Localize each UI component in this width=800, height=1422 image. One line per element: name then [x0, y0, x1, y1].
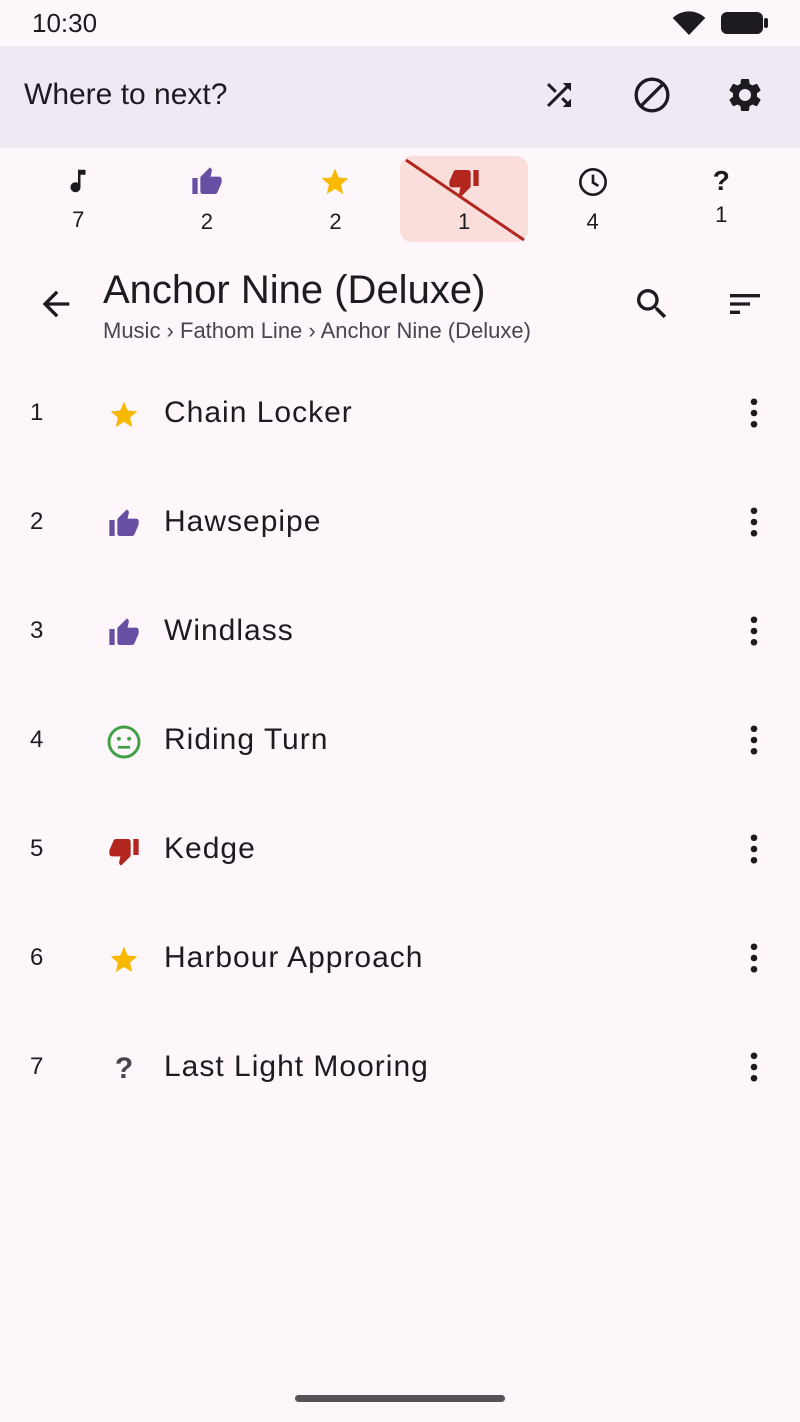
shuffle-button[interactable] [535, 73, 583, 121]
more-options-button[interactable] [730, 391, 778, 439]
more-options-button[interactable] [730, 609, 778, 657]
settings-icon [725, 75, 765, 120]
more-options-button[interactable] [730, 718, 778, 766]
album-title: Anchor Nine (Deluxe) [103, 268, 486, 312]
question-icon: ? [712, 165, 730, 196]
filter-recent[interactable]: 4 [528, 156, 657, 242]
shuffle-icon [541, 77, 577, 118]
filter-unrated[interactable]: ? 1 [657, 156, 786, 242]
more-vert-icon [736, 395, 772, 436]
thumb-up-icon [106, 615, 142, 651]
clock-icon [577, 166, 609, 203]
track-number: 1 [30, 399, 44, 426]
more-vert-icon [736, 504, 772, 545]
track-number: 5 [30, 835, 44, 862]
thumb-down-icon [106, 833, 142, 869]
filter-count: 1 [715, 202, 728, 227]
back-button[interactable] [32, 282, 80, 330]
excluded-slash-icon [404, 158, 525, 242]
track-row[interactable]: 1 Chain Locker [0, 360, 800, 469]
filter-count: 2 [200, 209, 214, 234]
filter-favorites[interactable]: 2 [271, 156, 400, 242]
status-time: 10:30 [32, 8, 98, 38]
block-icon [632, 75, 672, 120]
star-icon [319, 166, 351, 203]
music-note-icon [63, 166, 93, 201]
search-button[interactable] [628, 282, 676, 330]
track-number: 6 [30, 944, 44, 971]
status-icons [672, 10, 770, 41]
battery-icon [720, 10, 770, 41]
more-vert-icon [736, 831, 772, 872]
track-number: 3 [30, 617, 44, 644]
more-vert-icon [736, 940, 772, 981]
track-list: 1 Chain Locker 2 Hawsepipe 3 Windlass 4 … [0, 360, 800, 1123]
more-vert-icon [736, 722, 772, 763]
top-app-bar: Where to next? [0, 46, 800, 148]
filter-all-songs[interactable]: 7 [14, 156, 143, 242]
search-icon [632, 284, 672, 329]
more-options-button[interactable] [730, 827, 778, 875]
track-number: 4 [30, 726, 44, 753]
settings-button[interactable] [721, 73, 769, 121]
track-title: Harbour Approach [164, 941, 424, 974]
sort-button[interactable] [721, 282, 769, 330]
wifi-icon [672, 10, 706, 41]
more-options-button[interactable] [730, 1045, 778, 1093]
rating-filter-row: 7 2 2 1 4 ? 1 [14, 156, 786, 242]
block-button[interactable] [628, 73, 676, 121]
track-title: Hawsepipe [164, 505, 322, 538]
top-bar-title: Where to next? [24, 78, 228, 111]
track-row[interactable]: 6 Harbour Approach [0, 905, 800, 1014]
breadcrumb: Music › Fathom Line › Anchor Nine (Delux… [103, 318, 531, 343]
home-indicator[interactable] [295, 1395, 505, 1402]
sort-icon [725, 284, 765, 329]
more-vert-icon [736, 613, 772, 654]
track-row[interactable]: 7 ? Last Light Mooring [0, 1014, 800, 1123]
track-title: Riding Turn [164, 723, 329, 756]
filter-disliked-excluded[interactable]: 1 [399, 156, 529, 242]
track-title: Windlass [164, 614, 294, 647]
question-icon: ? [114, 1052, 134, 1085]
track-title: Last Light Mooring [164, 1050, 429, 1083]
arrow-back-icon [36, 284, 76, 329]
track-title: Kedge [164, 832, 256, 865]
track-number: 7 [30, 1053, 44, 1080]
track-row[interactable]: 4 Riding Turn [0, 687, 800, 796]
neutral-face-icon [106, 724, 142, 760]
filter-liked[interactable]: 2 [143, 156, 272, 242]
track-row[interactable]: 5 Kedge [0, 796, 800, 905]
thumb-up-icon [106, 506, 142, 542]
more-options-button[interactable] [730, 936, 778, 984]
thumb-up-icon [189, 166, 225, 203]
filter-count: 2 [329, 209, 342, 234]
filter-count: 4 [586, 209, 599, 234]
star-icon [106, 397, 142, 433]
more-options-button[interactable] [730, 500, 778, 548]
track-row[interactable]: 3 Windlass [0, 578, 800, 687]
track-number: 2 [30, 508, 44, 535]
filter-count: 7 [72, 207, 85, 232]
status-bar: 10:30 [0, 0, 800, 46]
track-title: Chain Locker [164, 396, 353, 429]
more-vert-icon [736, 1049, 772, 1090]
star-icon [106, 942, 142, 978]
track-row[interactable]: 2 Hawsepipe [0, 469, 800, 578]
